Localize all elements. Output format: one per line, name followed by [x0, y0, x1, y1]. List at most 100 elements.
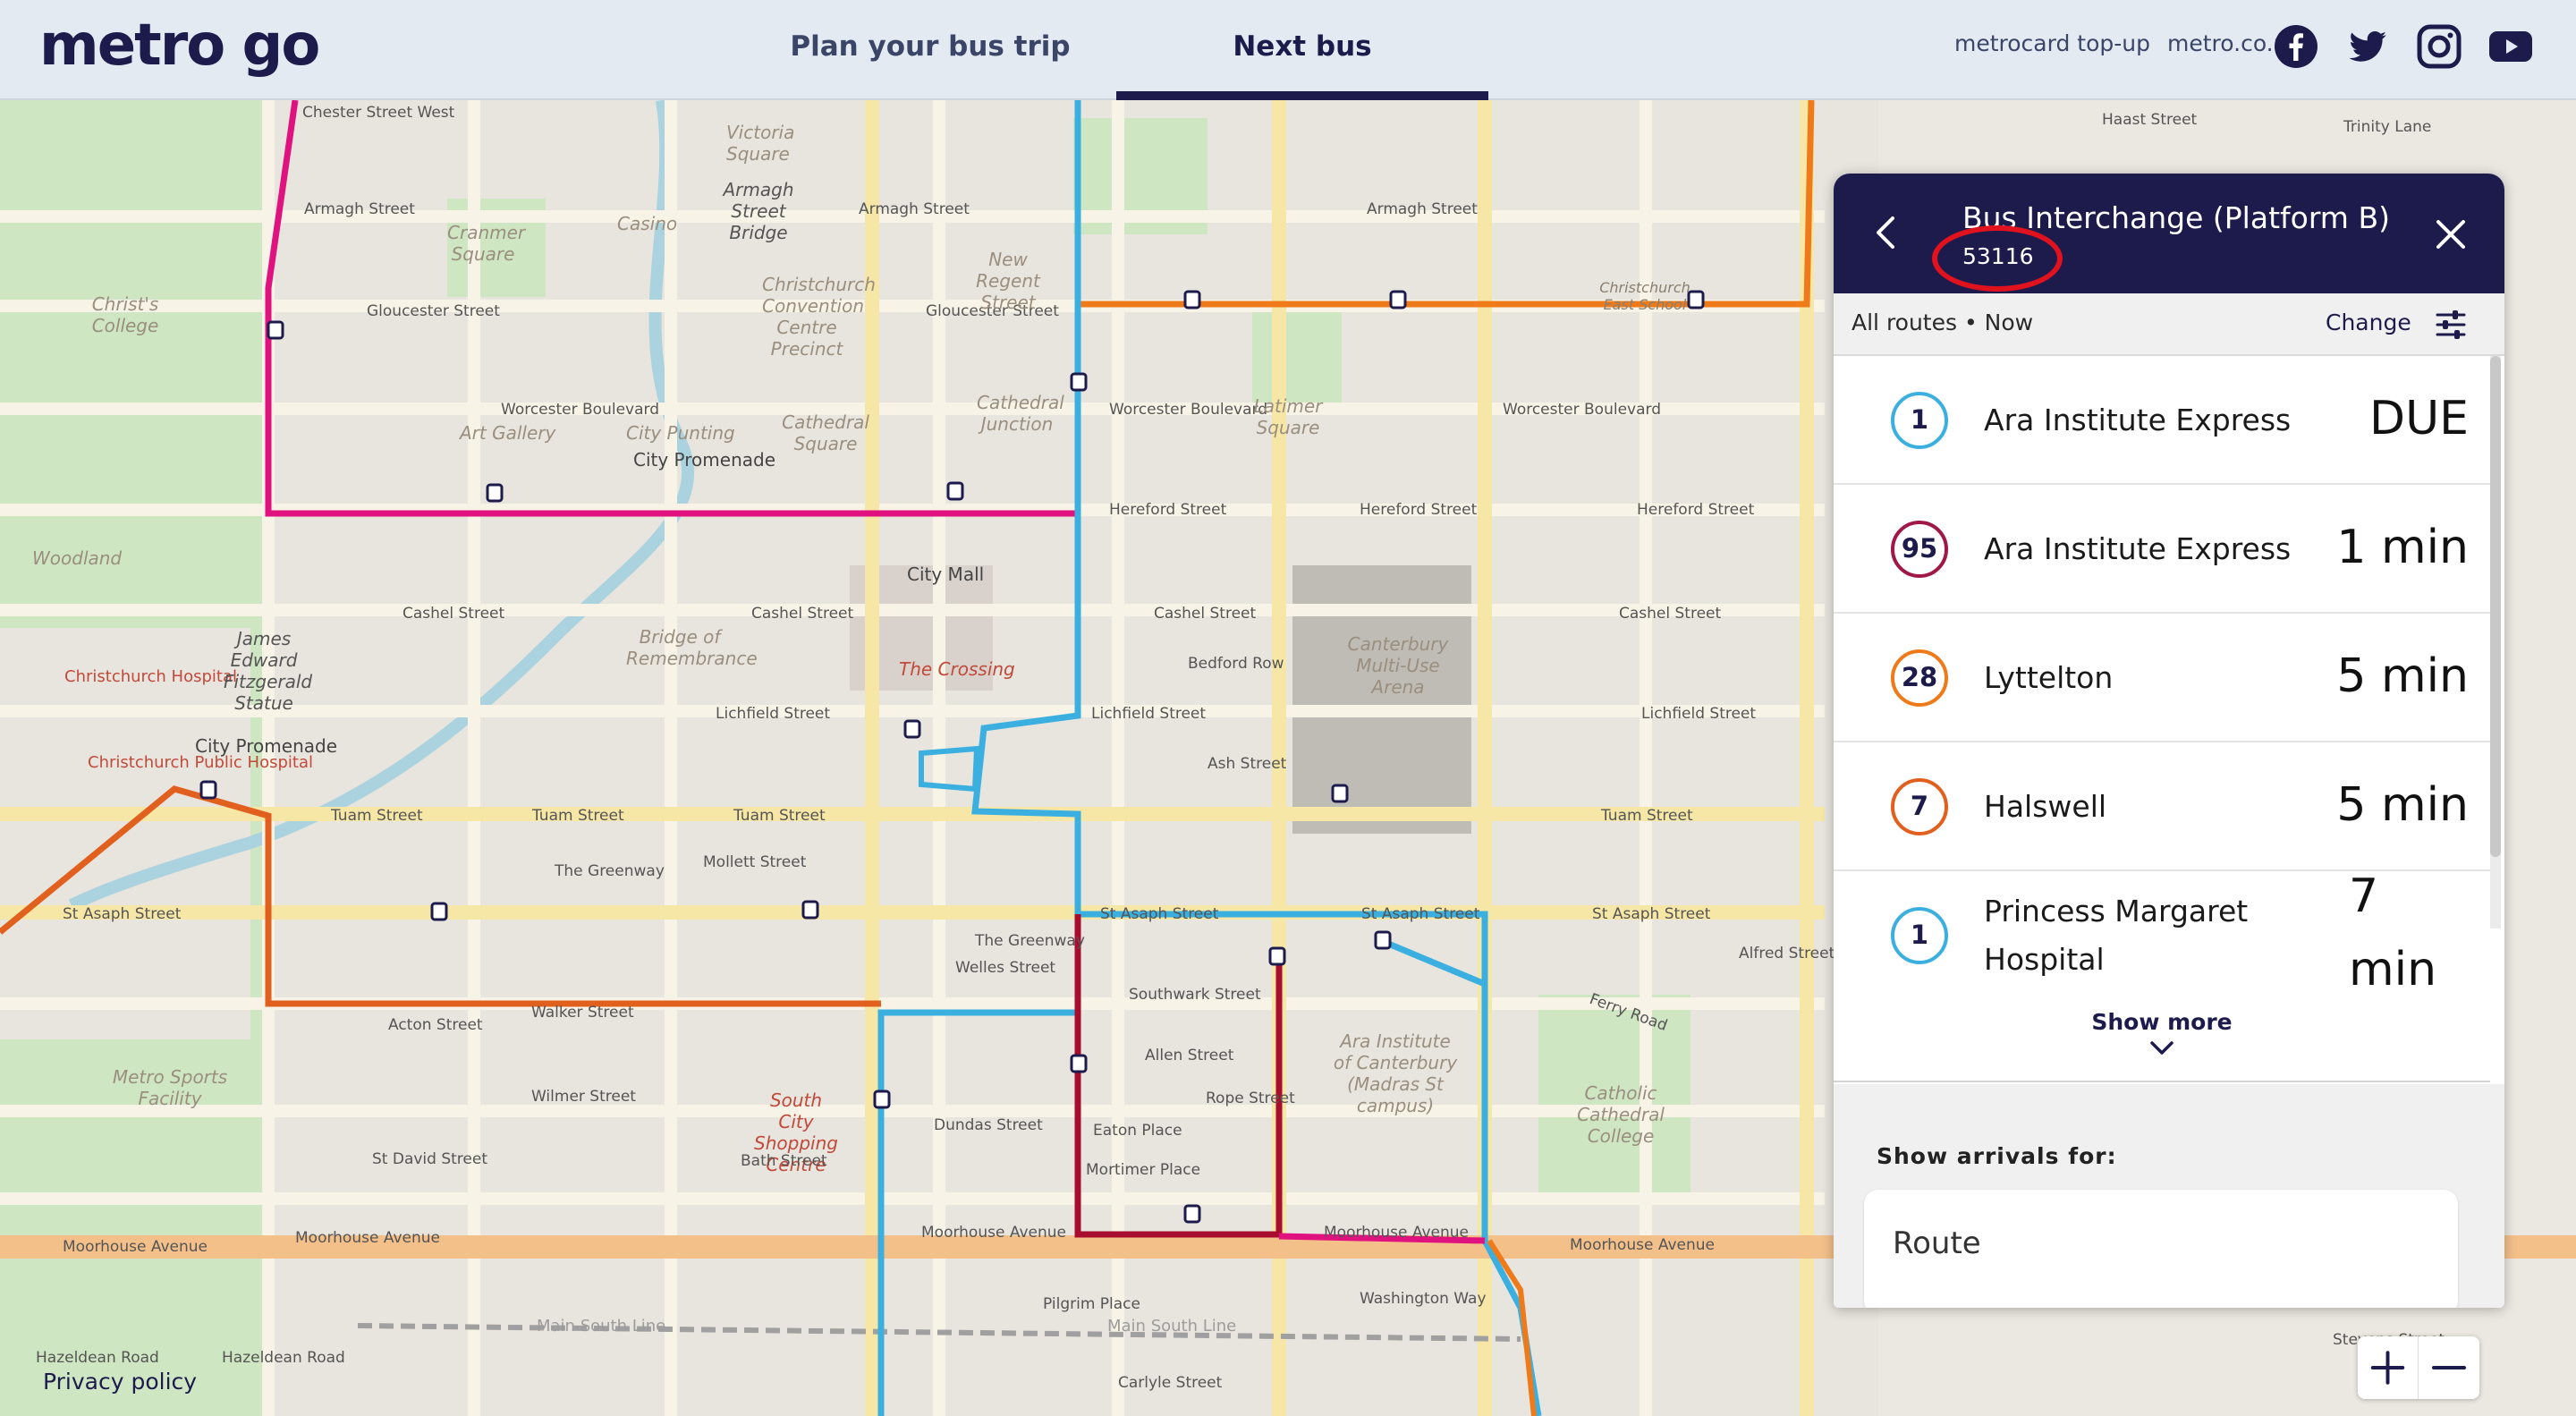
map-label: Moorhouse Avenue [295, 1229, 440, 1247]
map-label: Ara Institute of Canterbury (Madras St c… [1333, 1030, 1458, 1116]
map-label: Casino [617, 213, 678, 234]
instagram-icon[interactable] [2417, 24, 2462, 69]
arrivals-filter-section: Show arrivals for: Route [1834, 1084, 2504, 1308]
show-more-button[interactable]: Show more [1834, 996, 2490, 1082]
facebook-icon[interactable] [2274, 24, 2318, 69]
map-label: Christ's College [91, 293, 159, 336]
map-label: The Crossing [899, 658, 1015, 680]
metro-go-logo[interactable]: metro go [39, 13, 320, 79]
map-label: Tuam Street [1601, 807, 1693, 825]
tab-next-bus[interactable]: Next bus [1116, 0, 1488, 100]
map-label: Chester Street West [302, 104, 455, 122]
map-label: Mollett Street [703, 853, 807, 871]
map-label: Christchurch Public Hospital [88, 753, 313, 772]
map-label: Tuam Street [733, 807, 826, 825]
map-label: The Greenway [555, 862, 665, 880]
arrival-row[interactable]: 1 Ara Institute Express DUE [1834, 356, 2490, 485]
map-label: James Edward Fitzgerald Statue [224, 628, 313, 714]
map-label: Moorhouse Avenue [921, 1224, 1066, 1242]
metrocard-top-up-link[interactable]: metrocard top-up [1954, 30, 2150, 56]
privacy-policy-link[interactable]: Privacy policy [43, 1369, 197, 1395]
zoom-controls [2358, 1336, 2479, 1399]
map-label: Armagh Street [859, 200, 970, 218]
tab-plan-your-bus-trip[interactable]: Plan your bus trip [787, 0, 1073, 100]
map-label: Armagh Street [1367, 200, 1478, 218]
route-select[interactable]: Route [1864, 1190, 2458, 1308]
map-label: City Mall [907, 564, 985, 585]
route-select-label: Route [1893, 1225, 1981, 1261]
map-label: Lichfield Street [1641, 705, 1757, 723]
twitter-icon[interactable] [2345, 24, 2390, 69]
map-label: Acton Street [388, 1016, 483, 1034]
map-label: Armagh Street Bridge [723, 179, 794, 243]
arrival-row[interactable]: 95 Ara Institute Express 1 min [1834, 485, 2490, 614]
arrival-row[interactable]: 1 Princess Margaret Hospital 7 min [1834, 869, 2490, 998]
map-label: Art Gallery [460, 422, 556, 444]
map-label: St David Street [372, 1150, 488, 1168]
map-label: Victoria Square [726, 122, 795, 165]
filter-bar: All routes • Now Change [1834, 293, 2504, 356]
arrival-eta: 5 min [2336, 778, 2469, 832]
map-label: Ash Street [1208, 755, 1287, 773]
arrival-row[interactable]: 7 Halswell 5 min [1834, 742, 2490, 871]
map-label: Main South Line [1107, 1317, 1237, 1335]
map-label: Cathedral Junction [977, 392, 1064, 435]
route-badge: 1 [1891, 392, 1948, 449]
arrival-eta: 1 min [2336, 521, 2469, 574]
panel-header: Bus Interchange (Platform B) 53116 [1834, 174, 2504, 293]
map-label: Alfred Street [1739, 945, 1835, 962]
map-label: Allen Street [1145, 1047, 1234, 1064]
change-filter-button[interactable]: Change [2326, 309, 2411, 335]
map-label: Lichfield Street [716, 705, 831, 723]
map-label: St Asaph Street [1592, 905, 1711, 923]
route-badge: 95 [1891, 521, 1948, 578]
show-more-label: Show more [2091, 1009, 2233, 1035]
map-label: Eaton Place [1093, 1122, 1182, 1140]
map-label: Cathedral Square [782, 411, 869, 454]
route-badge: 7 [1891, 778, 1948, 835]
map-label: Woodland [32, 547, 123, 569]
next-bus-panel: Bus Interchange (Platform B) 53116 All r… [1834, 174, 2504, 1308]
map-label: The Greenway [975, 932, 1085, 950]
zoom-in-button[interactable] [2358, 1336, 2419, 1399]
map-label: Cashel Street [751, 605, 854, 623]
sliders-icon[interactable] [2435, 309, 2467, 340]
route-destination: Ara Institute Express [1984, 531, 2292, 566]
map-label: Cashel Street [1154, 605, 1257, 623]
map-label: Worcester Boulevard [1109, 401, 1267, 419]
filter-summary: All routes • Now [1852, 309, 2034, 335]
map-label: Moorhouse Avenue [1570, 1236, 1715, 1254]
map-label: Hereford Street [1109, 501, 1227, 519]
route-destination: Halswell [1984, 789, 2107, 824]
map-label: Catholic Cathedral College [1577, 1082, 1665, 1147]
route-destination: Princess Margaret [1984, 894, 2249, 928]
arrival-row[interactable]: 28 Lyttelton 5 min [1834, 614, 2490, 742]
map-label: New Regent Street [976, 249, 1040, 313]
map-label: Dundas Street [934, 1116, 1043, 1134]
route-badge: 28 [1891, 649, 1948, 707]
map-label: Metro Sports Facility [112, 1066, 228, 1109]
map-label: Mortimer Place [1086, 1161, 1201, 1179]
scrollbar-thumb[interactable] [2490, 356, 2501, 857]
youtube-icon[interactable] [2488, 24, 2533, 69]
map-label: Bath Street [741, 1152, 827, 1170]
route-destination: Lyttelton [1984, 660, 2114, 695]
top-header: metro go Plan your bus trip Next bus met… [0, 0, 2576, 100]
route-destination-line2: Hospital [1984, 942, 2105, 977]
map-label: Cranmer Square [447, 222, 526, 265]
map-label: Wilmer Street [531, 1088, 636, 1106]
map-label: St Asaph Street [1361, 905, 1480, 923]
zoom-out-button[interactable] [2419, 1336, 2479, 1399]
map-label: Gloucester Street [367, 302, 500, 320]
close-icon[interactable] [2431, 215, 2470, 254]
map-label: Pilgrim Place [1043, 1295, 1140, 1313]
map-label: Bridge of Remembrance [626, 626, 758, 669]
map-label: Moorhouse Avenue [63, 1238, 208, 1256]
map-label: City Punting [626, 422, 735, 444]
map-label: Hazeldean Road [222, 1349, 345, 1367]
stop-code-highlight [1932, 225, 2063, 292]
arrivals-list[interactable]: 1 Ara Institute Express DUE 95 Ara Insti… [1834, 356, 2490, 998]
arrivals-scrollbar[interactable] [2490, 356, 2501, 928]
map-label: Walker Street [531, 1004, 634, 1022]
chevron-left-icon[interactable] [1866, 211, 1909, 254]
